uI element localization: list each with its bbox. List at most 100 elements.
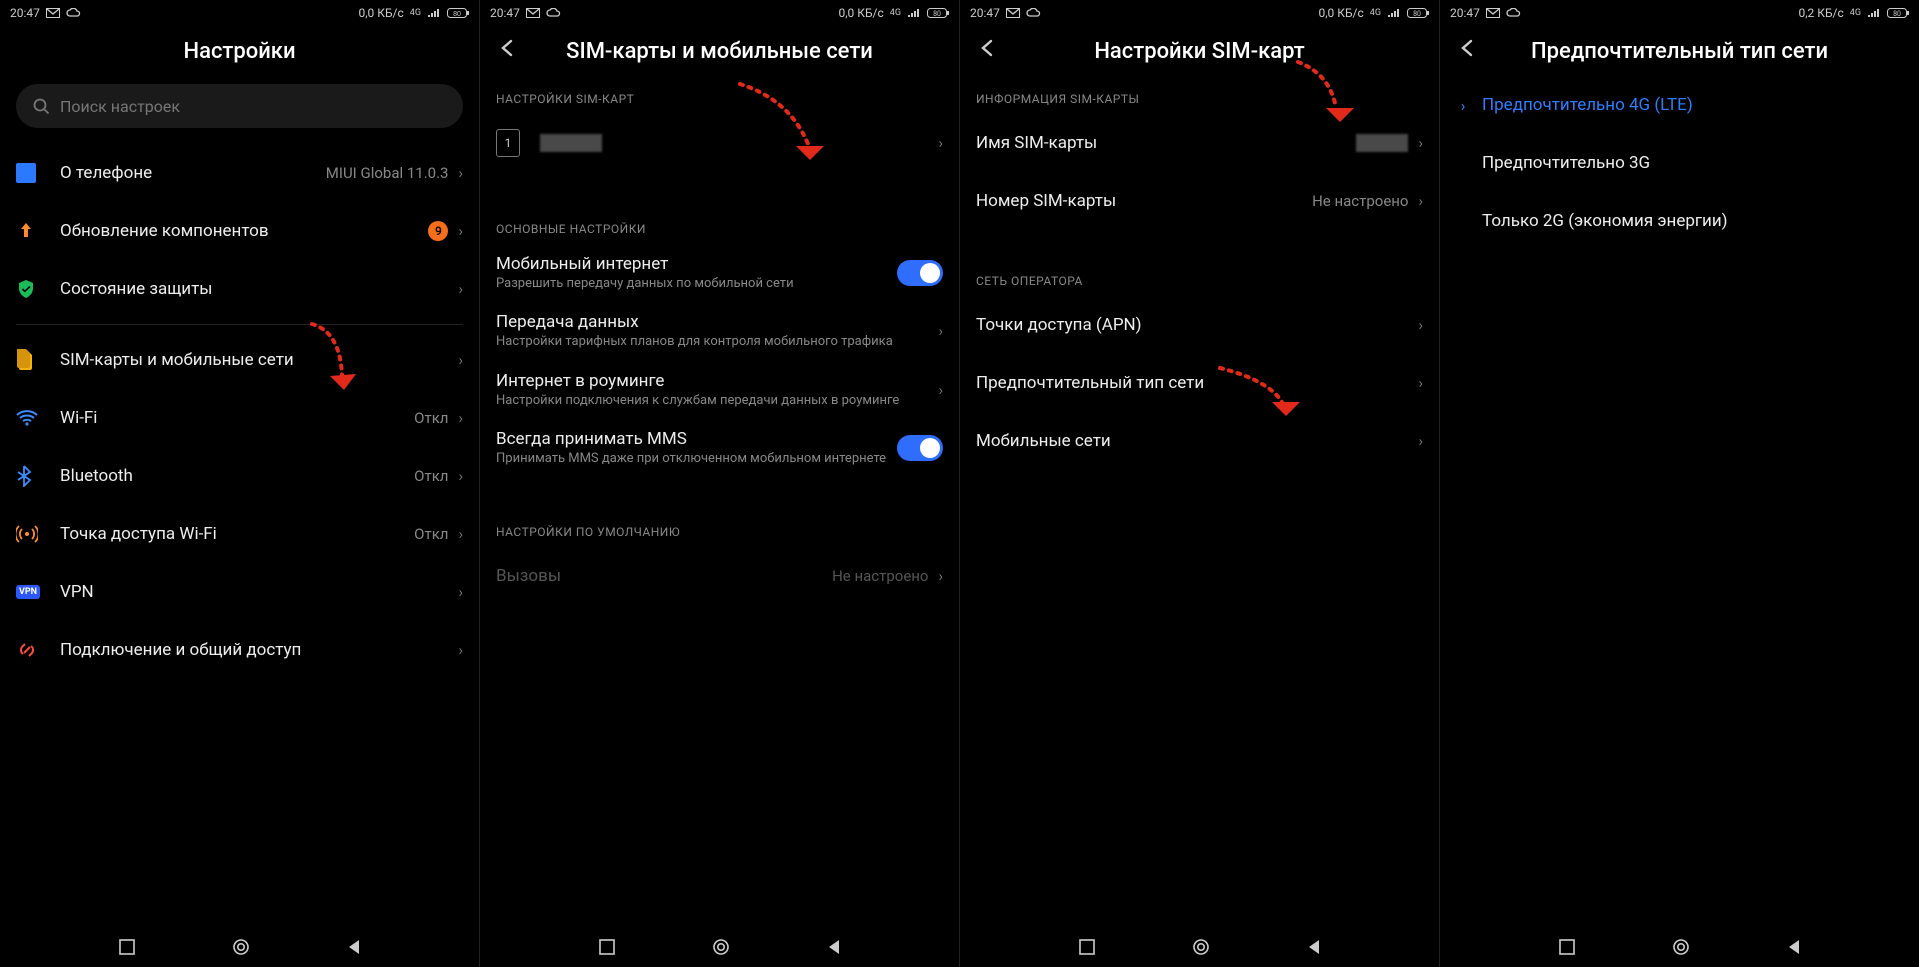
nav-bar <box>0 931 479 967</box>
chevron-right-icon: › <box>1418 432 1423 450</box>
row-mobile-internet[interactable]: Мобильный интернет Разрешить передачу да… <box>496 244 943 302</box>
nav-home-icon[interactable] <box>232 938 250 960</box>
chevron-right-icon: › <box>1418 192 1423 210</box>
chevron-right-icon: › <box>458 164 463 182</box>
row-mobile-networks[interactable]: Мобильные сети › <box>976 412 1423 470</box>
chevron-right-icon: › <box>458 351 463 369</box>
nav-back-icon[interactable] <box>1787 939 1801 959</box>
calls-title: Вызовы <box>496 566 824 586</box>
nav-back-icon[interactable] <box>1307 939 1321 959</box>
row-always-mms[interactable]: Всегда принимать MMS Принимать MMS даже … <box>496 419 943 477</box>
mms-toggle[interactable] <box>897 435 943 461</box>
nav-home-icon[interactable] <box>1672 938 1690 960</box>
search-placeholder: Поиск настроек <box>60 97 180 116</box>
section-sim: НАСТРОЙКИ SIM-КАРТ <box>496 76 943 114</box>
search-input[interactable]: Поиск настроек <box>16 84 463 128</box>
nav-back-icon[interactable] <box>827 939 841 959</box>
row-roaming[interactable]: Интернет в роуминге Настройки подключени… <box>496 361 943 419</box>
chevron-right-icon: › <box>1418 374 1423 392</box>
option-2g-label: Только 2G (экономия энергии) <box>1482 211 1728 231</box>
mobile-internet-toggle[interactable] <box>897 260 943 286</box>
option-2g[interactable]: Только 2G (экономия энергии) <box>1456 192 1903 250</box>
row-vpn[interactable]: VPN VPN › <box>16 563 463 621</box>
chevron-right-icon: › <box>458 280 463 298</box>
bluetooth-icon <box>16 465 60 487</box>
page-title-text: Предпочтительный тип сети <box>1531 39 1828 64</box>
hotspot-label: Точка доступа Wi-Fi <box>60 524 406 544</box>
about-value: MIUI Global 11.0.3 <box>326 164 449 182</box>
back-button[interactable] <box>1458 38 1478 64</box>
signal-icon <box>1867 8 1881 18</box>
roaming-title: Интернет в роуминге <box>496 371 930 391</box>
row-wifi[interactable]: Wi-Fi Откл› <box>16 389 463 447</box>
option-4g-lte[interactable]: › Предпочтительно 4G (LTE) <box>1456 76 1903 134</box>
nav-recent-icon[interactable] <box>1559 939 1575 959</box>
svg-text:80: 80 <box>933 10 941 18</box>
shield-icon <box>16 279 60 299</box>
status-bar: 20:47 0,0 КБ/с4G 80 <box>480 0 959 26</box>
nav-home-icon[interactable] <box>712 938 730 960</box>
security-label: Состояние защиты <box>60 279 450 299</box>
hotspot-icon <box>16 523 60 545</box>
nav-recent-icon[interactable] <box>599 939 615 959</box>
sim-number-label: Номер SIM-карты <box>976 191 1304 211</box>
row-sim-number[interactable]: Номер SIM-карты Не настроено › <box>976 172 1423 230</box>
sim-number-value: Не настроено <box>1312 192 1408 210</box>
mms-title: Всегда принимать MMS <box>496 429 889 449</box>
nav-recent-icon[interactable] <box>119 939 135 959</box>
nav-back-icon[interactable] <box>347 939 361 959</box>
nav-bar <box>480 931 959 967</box>
bt-value: Откл <box>414 467 448 485</box>
row-calls-default[interactable]: Вызовы Не настроено› <box>496 547 943 605</box>
signal-icon <box>1387 8 1401 18</box>
row-component-updates[interactable]: Обновление компонентов 9› <box>16 202 463 260</box>
link-icon <box>16 639 60 661</box>
about-label: О телефоне <box>60 163 318 183</box>
section-operator: СЕТЬ ОПЕРАТОРА <box>976 258 1423 296</box>
status-data: 0,0 КБ/с <box>838 6 883 20</box>
status-data: 0,0 КБ/с <box>358 6 403 20</box>
status-net: 4G <box>890 8 901 18</box>
chevron-right-icon: › <box>938 322 943 340</box>
nav-recent-icon[interactable] <box>1079 939 1095 959</box>
sim-chip-icon: 1 <box>496 129 520 157</box>
wifi-icon <box>16 409 60 427</box>
signal-icon <box>427 8 441 18</box>
row-preferred-net-type[interactable]: Предпочтительный тип сети › <box>976 354 1423 412</box>
nav-home-icon[interactable] <box>1192 938 1210 960</box>
option-3g[interactable]: Предпочтительно 3G <box>1456 134 1903 192</box>
update-badge: 9 <box>428 221 448 241</box>
data-usage-title: Передача данных <box>496 312 930 332</box>
row-sharing[interactable]: Подключение и общий доступ › <box>16 621 463 679</box>
row-sim-and-networks[interactable]: SIM-карты и мобильные сети › <box>16 331 463 389</box>
row-apn[interactable]: Точки доступа (APN) › <box>976 296 1423 354</box>
phone-4-network-type: 20:47 0,2 КБ/с4G 80 Предпочтительный тип… <box>1439 0 1919 967</box>
battery-icon: 80 <box>447 8 469 18</box>
row-data-usage[interactable]: Передача данных Настройки тарифных плано… <box>496 302 943 360</box>
row-sim-name[interactable]: Имя SIM-карты › <box>976 114 1423 172</box>
back-button[interactable] <box>498 38 518 64</box>
option-3g-label: Предпочтительно 3G <box>1482 153 1650 173</box>
row-bluetooth[interactable]: Bluetooth Откл› <box>16 447 463 505</box>
page-title-text: Настройки <box>183 39 295 64</box>
row-sim-1[interactable]: 1 › <box>496 114 943 172</box>
share-label: Подключение и общий доступ <box>60 640 450 660</box>
hotspot-value: Откл <box>414 525 448 543</box>
status-bar: 20:47 0,0 КБ/с 4G 80 <box>0 0 479 26</box>
battery-icon: 80 <box>927 8 949 18</box>
page-title: Предпочтительный тип сети <box>1440 26 1919 76</box>
chevron-right-icon: › <box>458 583 463 601</box>
roaming-sub: Настройки подключения к службам передачи… <box>496 393 930 409</box>
row-hotspot[interactable]: Точка доступа Wi-Fi Откл› <box>16 505 463 563</box>
row-about-phone[interactable]: О телефоне MIUI Global 11.0.3 › <box>16 144 463 202</box>
status-bar: 20:47 0,0 КБ/с4G 80 <box>960 0 1439 26</box>
cloud-icon <box>1026 8 1042 18</box>
status-net: 4G <box>1850 8 1861 18</box>
cloud-icon <box>1506 8 1522 18</box>
row-security-status[interactable]: Состояние защиты › <box>16 260 463 318</box>
section-default: НАСТРОЙКИ ПО УМОЛЧАНИЮ <box>496 509 943 547</box>
section-main: ОСНОВНЫЕ НАСТРОЙКИ <box>496 206 943 244</box>
update-icon <box>16 221 60 241</box>
back-button[interactable] <box>978 38 998 64</box>
signal-icon <box>907 8 921 18</box>
